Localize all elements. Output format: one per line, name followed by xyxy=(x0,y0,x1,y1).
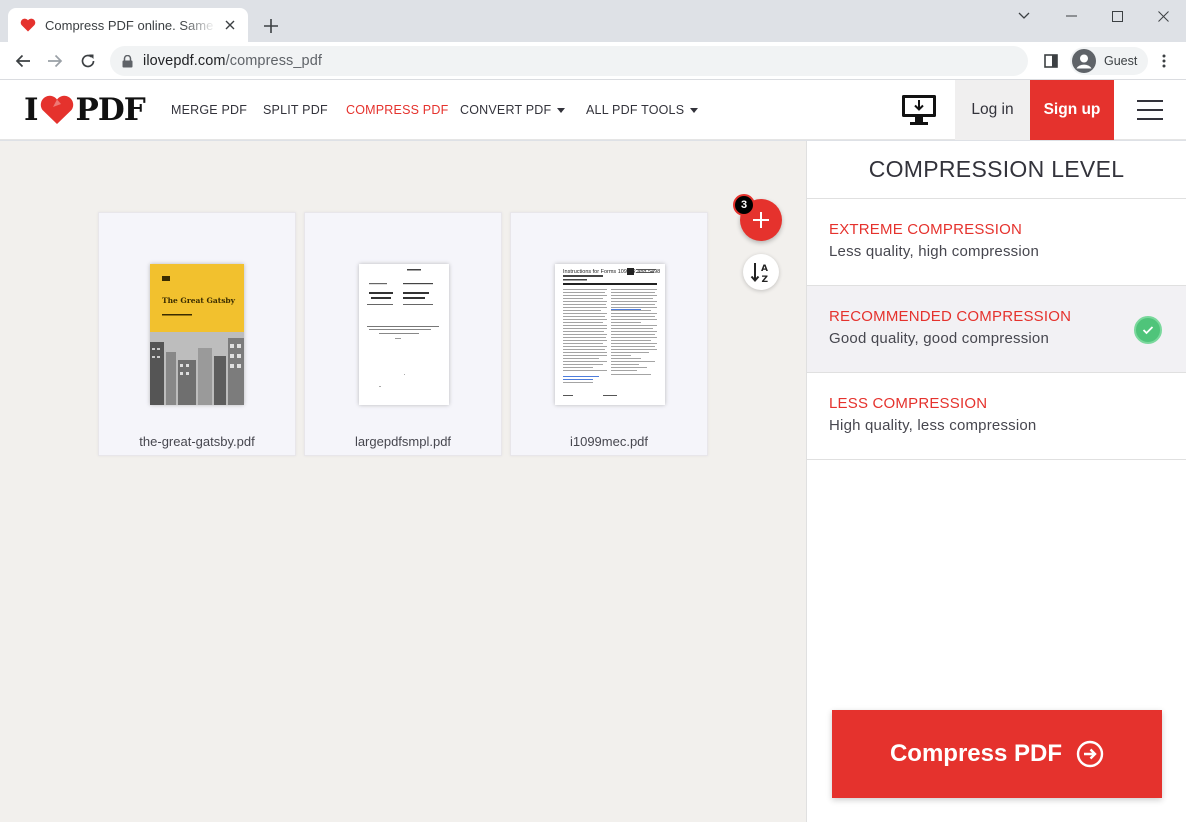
option-description: Less quality, high compression xyxy=(829,243,1039,260)
file-card[interactable]: Instructions for Forms 1099-R and 5498 i… xyxy=(510,212,708,456)
tab-search-icon[interactable] xyxy=(1001,0,1047,32)
pdf-thumbnail: The Great Gatsby xyxy=(150,264,244,405)
maximize-icon[interactable] xyxy=(1094,0,1140,32)
tab-title: Compress PDF online. Same PDF quality, l… xyxy=(45,17,216,33)
nav-split-pdf[interactable]: SPLIT PDF xyxy=(263,80,328,140)
sidebar-title: COMPRESSION LEVEL xyxy=(807,141,1186,199)
plus-icon xyxy=(753,212,769,228)
file-name: largepdfsmpl.pdf xyxy=(354,434,452,449)
selected-check-icon xyxy=(1134,316,1162,344)
nav-compress-pdf-label: COMPRESS PDF xyxy=(346,103,449,117)
sort-az-button[interactable]: A Z xyxy=(743,254,779,290)
minimize-icon[interactable] xyxy=(1048,0,1094,32)
option-title: LESS COMPRESSION xyxy=(829,395,988,412)
side-panel-icon[interactable] xyxy=(1037,47,1065,75)
url-domain: ilovepdf.com xyxy=(143,53,226,69)
caret-down-icon xyxy=(690,108,699,113)
nav-all-pdf-tools-label: ALL PDF TOOLS xyxy=(586,103,685,117)
nav-split-pdf-label: SPLIT PDF xyxy=(263,103,328,117)
logo-i: I xyxy=(24,92,38,128)
document-page-image xyxy=(359,264,449,405)
arrow-right-circle-icon xyxy=(1076,740,1104,768)
svg-text:A: A xyxy=(761,264,768,274)
url-text: ilovepdf.com/compress_pdf xyxy=(143,53,322,69)
nav-convert-pdf[interactable]: CONVERT PDF xyxy=(460,80,566,140)
sort-az-icon: A Z xyxy=(750,263,769,284)
option-description: High quality, less compression xyxy=(829,417,1037,434)
nav-merge-pdf-label: MERGE PDF xyxy=(171,103,248,117)
site-header: I PDF MERGE PDF SPLIT PDF COMPRESS PDF C… xyxy=(0,80,1186,140)
new-tab-icon[interactable] xyxy=(258,13,284,39)
compression-sidebar: COMPRESSION LEVEL EXTREME COMPRESSION Le… xyxy=(806,141,1186,822)
file-card[interactable]: The Great Gatsby the-great-gatsby.pdf xyxy=(98,212,296,456)
option-less-compression[interactable]: LESS COMPRESSION High quality, less comp… xyxy=(807,373,1186,460)
login-button[interactable]: Log in xyxy=(955,80,1030,140)
file-card[interactable]: largepdfsmpl.pdf xyxy=(304,212,502,456)
signup-button[interactable]: Sign up xyxy=(1030,80,1114,140)
pdf-thumbnail: Instructions for Forms 1099-R and 5498 xyxy=(555,264,665,405)
browser-tabstrip: Compress PDF online. Same PDF quality, l… xyxy=(0,0,1186,42)
option-title: RECOMMENDED COMPRESSION xyxy=(829,308,1072,325)
files-workarea: The Great Gatsby the-great-gatsby.pdf la… xyxy=(0,141,806,822)
browser-menu-icon[interactable] xyxy=(1150,47,1178,75)
profile-button[interactable]: Guest xyxy=(1070,47,1148,75)
gatsby-cover-image: The Great Gatsby xyxy=(150,264,244,405)
close-window-icon[interactable] xyxy=(1140,0,1186,32)
file-count-badge: 3 xyxy=(733,194,755,216)
option-recommended-compression[interactable]: RECOMMENDED COMPRESSION Good quality, go… xyxy=(807,286,1186,373)
nav-compress-pdf[interactable]: COMPRESS PDF xyxy=(346,80,448,140)
back-icon[interactable] xyxy=(9,47,37,75)
reload-icon[interactable] xyxy=(74,47,102,75)
document-page-image: Instructions for Forms 1099-R and 5498 xyxy=(555,264,665,405)
address-bar[interactable]: ilovepdf.com/compress_pdf xyxy=(110,46,1028,76)
browser-tab[interactable]: Compress PDF online. Same PDF quality, l… xyxy=(8,8,248,42)
desktop-app-icon[interactable] xyxy=(900,93,938,127)
option-extreme-compression[interactable]: EXTREME COMPRESSION Less quality, high c… xyxy=(807,199,1186,286)
compress-pdf-label: Compress PDF xyxy=(889,740,1063,767)
logo-pdf: PDF xyxy=(75,92,146,128)
forward-icon[interactable] xyxy=(41,47,69,75)
cover-title: The Great Gatsby xyxy=(162,296,236,305)
caret-down-icon xyxy=(557,108,566,113)
lock-icon xyxy=(122,54,133,68)
svg-text:Z: Z xyxy=(762,275,769,284)
pdf-thumbnail xyxy=(359,264,449,405)
nav-merge-pdf[interactable]: MERGE PDF xyxy=(171,80,247,140)
avatar-icon xyxy=(1072,49,1096,73)
nav-convert-pdf-label: CONVERT PDF xyxy=(460,103,552,117)
profile-label: Guest xyxy=(1104,54,1138,68)
browser-toolbar: ilovepdf.com/compress_pdf Guest xyxy=(0,42,1186,80)
hamburger-menu-icon[interactable] xyxy=(1137,100,1163,120)
url-path: /compress_pdf xyxy=(225,53,323,69)
tab-close-icon[interactable] xyxy=(220,15,240,35)
option-title: EXTREME COMPRESSION xyxy=(829,221,1022,238)
option-description: Good quality, good compression xyxy=(829,330,1050,347)
ilovepdf-favicon-icon xyxy=(20,17,36,33)
ilovepdf-logo[interactable]: I PDF xyxy=(24,92,146,128)
nav-all-pdf-tools[interactable]: ALL PDF TOOLS xyxy=(586,80,699,140)
compress-pdf-button[interactable]: Compress PDF xyxy=(832,710,1162,798)
heart-logo-icon xyxy=(40,95,73,124)
file-name: i1099mec.pdf xyxy=(569,434,649,449)
file-name: the-great-gatsby.pdf xyxy=(139,434,255,449)
